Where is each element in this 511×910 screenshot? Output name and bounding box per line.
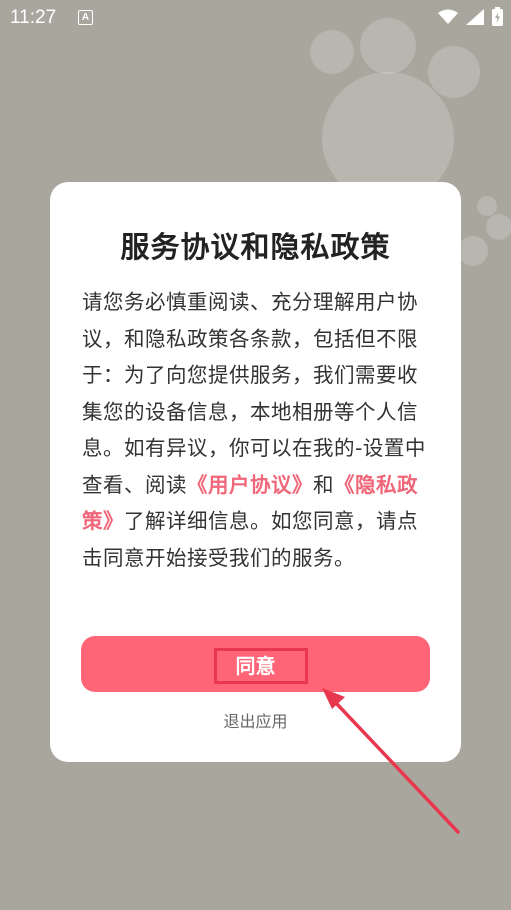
user-agreement-link[interactable]: 《用户协议》 — [187, 473, 313, 497]
background-bubble — [360, 18, 416, 74]
wifi-icon — [438, 9, 458, 24]
notification-a-icon: A — [78, 10, 93, 25]
dialog-body-and: 和 — [313, 472, 334, 497]
privacy-dialog: 服务协议和隐私政策 请您务必慎重阅读、充分理解用户协议，和隐私政策各条款，包括但… — [50, 182, 461, 762]
background-bubble — [477, 196, 497, 216]
dialog-body-text: 请您务必慎重阅读、充分理解用户协议，和隐私政策各条款，包括但不限于：为了向您提供… — [82, 290, 426, 497]
battery-charging-icon — [492, 7, 503, 26]
background-bubble — [486, 214, 511, 240]
background-bubble — [310, 30, 354, 74]
status-bar: 11:27 A — [0, 0, 511, 36]
signal-icon — [466, 8, 484, 25]
background-bubble — [428, 46, 480, 98]
exit-app-link[interactable]: 退出应用 — [50, 708, 461, 732]
background-bubble — [458, 236, 488, 266]
status-time: 11:27 — [10, 7, 57, 28]
dialog-title: 服务协议和隐私政策 — [120, 230, 391, 264]
dialog-body-text-end: 了解详细信息。如您同意，请点击同意开始接受我们的服务。 — [82, 509, 418, 570]
agree-button[interactable]: 同意 — [81, 636, 430, 692]
status-icons — [438, 7, 503, 26]
dialog-body: 请您务必慎重阅读、充分理解用户协议，和隐私政策各条款，包括但不限于：为了向您提供… — [82, 284, 432, 576]
